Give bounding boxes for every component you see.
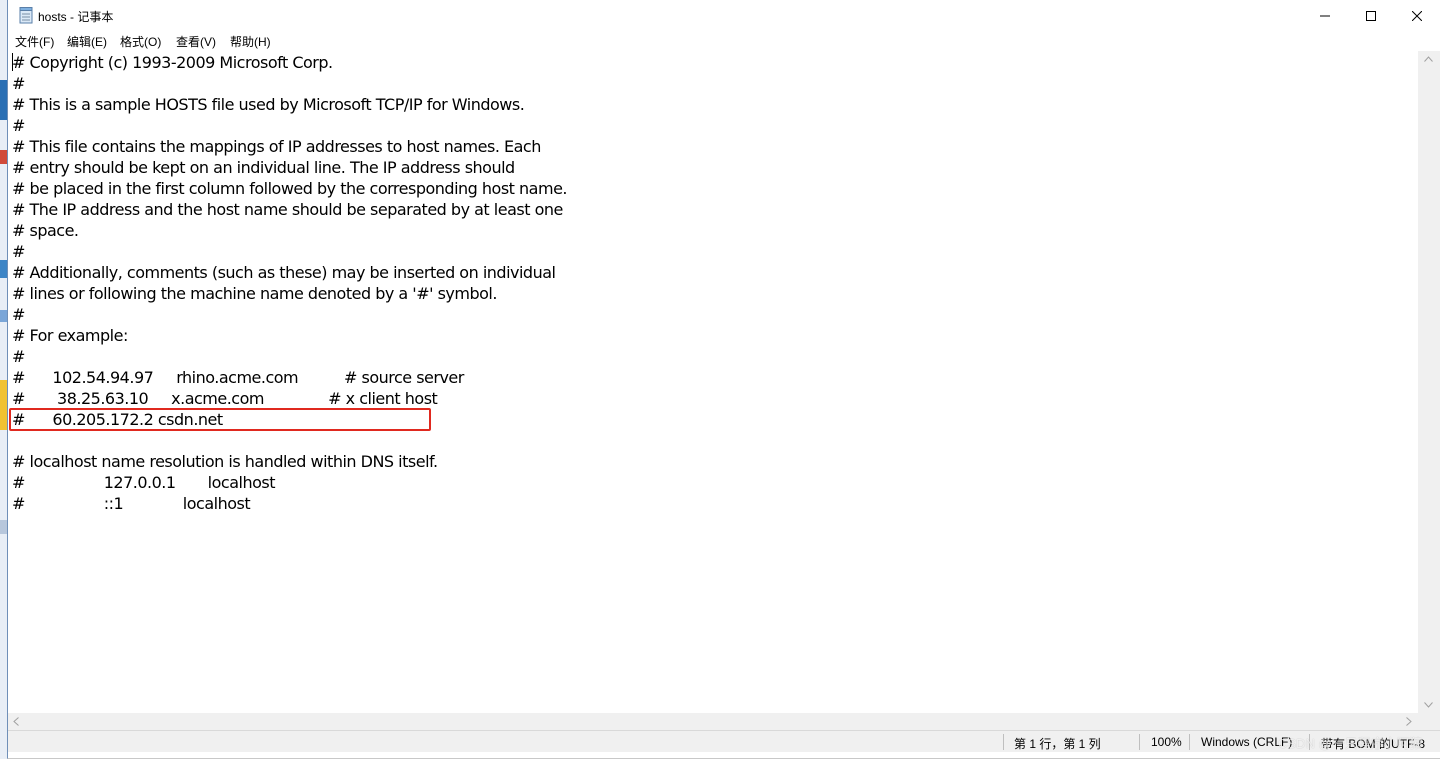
maximize-icon — [1366, 10, 1376, 21]
text-line: # Copyright (c) 1993-2009 Microsoft Corp… — [12, 53, 333, 72]
text-line: # entry should be kept on an individual … — [12, 158, 515, 177]
text-line: # For example: — [12, 326, 128, 345]
text-line: # 38.25.63.10 x.acme.com # x client host — [12, 389, 438, 408]
text-line: # — [12, 116, 25, 135]
status-bar: 第 1 行，第 1 列 100% Windows (CRLF) 带有 BOM 的… — [8, 730, 1440, 752]
window-title: hosts - 记事本 — [38, 10, 114, 24]
text-line: # space. — [12, 221, 79, 240]
menu-bar: 文件(F) 编辑(E) 格式(O) 查看(V) 帮助(H) — [8, 31, 1440, 51]
text-line: # be placed in the first column followed… — [12, 179, 568, 198]
text-line: # This is a sample HOSTS file used by Mi… — [12, 95, 525, 114]
status-divider — [1003, 734, 1004, 750]
title-bar[interactable]: hosts - 记事本 — [8, 0, 1440, 31]
minimize-icon — [1320, 15, 1330, 16]
text-line: # ::1 localhost — [12, 494, 251, 513]
text-line: # 127.0.0.1 localhost — [12, 473, 275, 492]
text-line: # — [12, 74, 25, 93]
text-line: # — [12, 242, 25, 261]
text-line: # Additionally, comments (such as these)… — [12, 263, 556, 282]
vertical-scrollbar[interactable] — [1418, 51, 1440, 713]
scrollbar-corner — [1418, 713, 1440, 730]
menu-view[interactable]: 查看(V) — [176, 33, 216, 50]
scroll-right-icon[interactable] — [1406, 717, 1412, 726]
status-divider — [1139, 734, 1140, 750]
menu-help[interactable]: 帮助(H) — [230, 33, 271, 50]
menu-edit[interactable]: 编辑(E) — [67, 33, 107, 50]
notepad-icon — [19, 7, 33, 24]
maximize-button[interactable] — [1348, 0, 1394, 31]
text-line: # lines or following the machine name de… — [12, 284, 497, 303]
text-editor[interactable]: # Copyright (c) 1993-2009 Microsoft Corp… — [8, 51, 1419, 713]
menu-format[interactable]: 格式(O) — [120, 33, 161, 50]
text-line: # 102.54.94.97 rhino.acme.com # source s… — [12, 368, 464, 387]
scroll-down-icon[interactable] — [1424, 702, 1433, 708]
menu-file[interactable]: 文件(F) — [15, 33, 54, 50]
zoom-level: 100% — [1151, 735, 1182, 749]
cursor-position: 第 1 行，第 1 列 — [1014, 737, 1101, 751]
minimize-button[interactable] — [1302, 0, 1348, 31]
text-line: # localhost name resolution is handled w… — [12, 452, 438, 471]
scroll-left-icon[interactable] — [13, 717, 19, 726]
close-icon — [1412, 10, 1422, 21]
text-line: # The IP address and the host name shoul… — [12, 200, 563, 219]
watermark: CSDN @一只程序小阿猿 — [1278, 736, 1423, 751]
horizontal-scrollbar[interactable] — [8, 713, 1419, 730]
scroll-up-icon[interactable] — [1424, 56, 1433, 62]
text-line: # This file contains the mappings of IP … — [12, 137, 541, 156]
close-button[interactable] — [1394, 0, 1440, 31]
text-line: # — [12, 305, 25, 324]
notepad-window: hosts - 记事本 文件(F) 编辑(E) 格式(O) 查看(V) 帮助(H… — [7, 0, 1440, 759]
annotation-highlight-box — [9, 408, 431, 431]
text-line: # — [12, 347, 25, 366]
status-divider — [1189, 734, 1190, 750]
